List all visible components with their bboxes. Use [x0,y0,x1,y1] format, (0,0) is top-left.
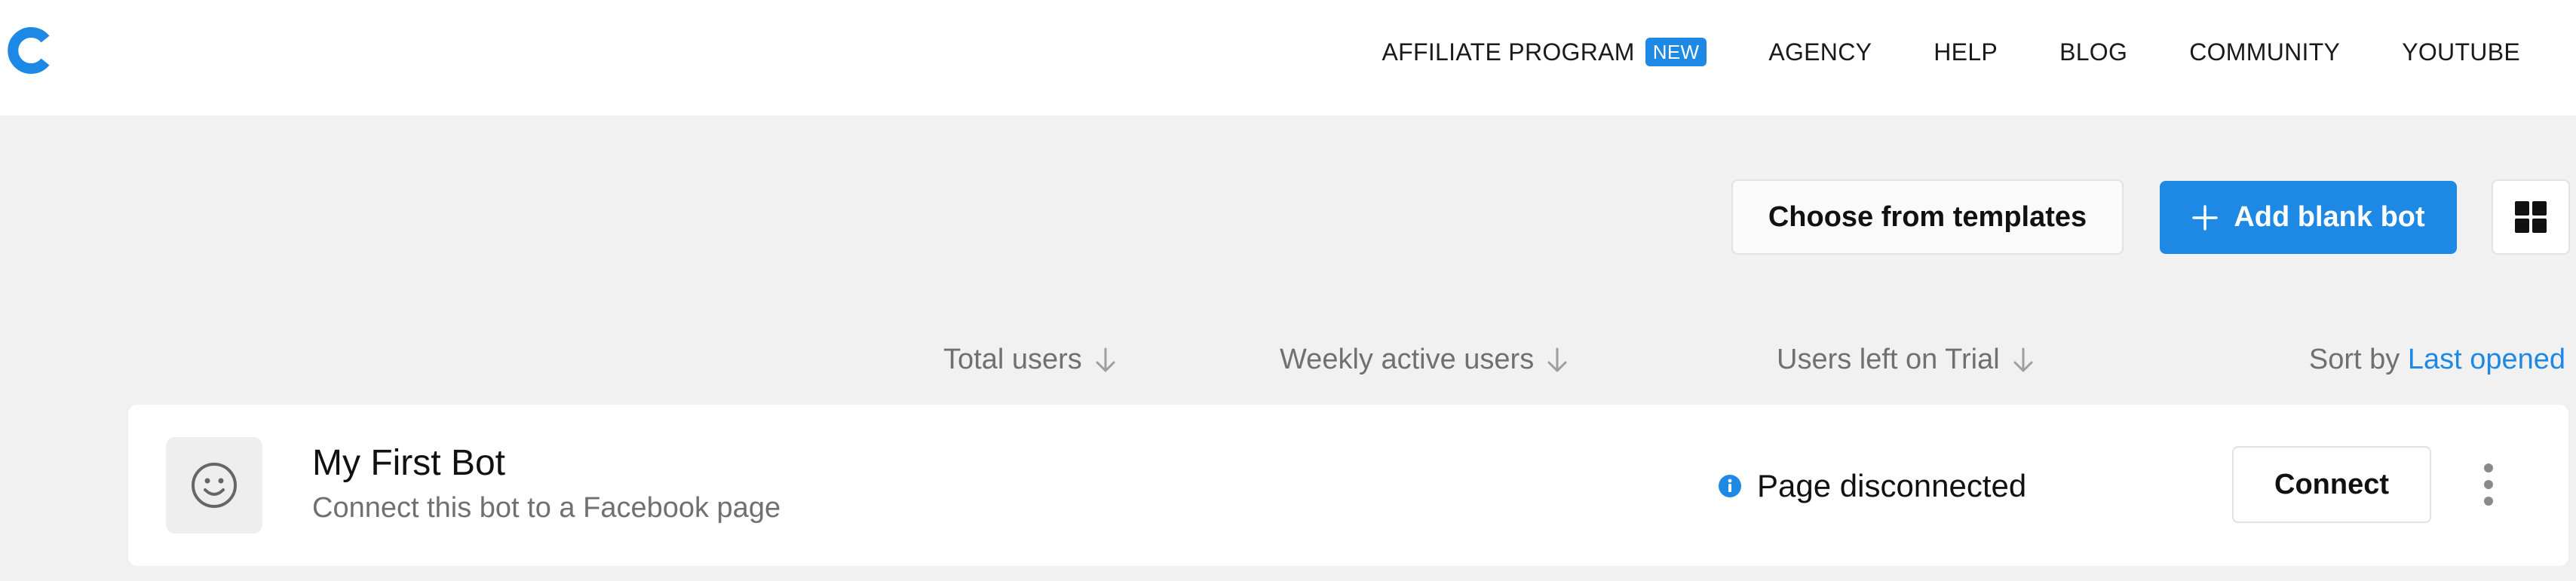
choose-from-templates-button[interactable]: Choose from templates [1731,179,2124,255]
connect-button[interactable]: Connect [2232,446,2431,523]
sort-control: Sort by Last opened [2309,344,2565,376]
column-users-left-on-trial[interactable]: Users left on Trial [1777,344,2035,376]
smiley-icon [192,463,237,508]
nav-affiliate-program[interactable]: AFFILIATE PROGRAM NEW [1382,38,1707,66]
page-status: Page disconnected [1718,468,2026,504]
more-vertical-icon [2484,463,2493,506]
nav-community[interactable]: COMMUNITY [2189,38,2340,66]
bot-subtitle: Connect this bot to a Facebook page [312,492,781,524]
column-total-users[interactable]: Total users [943,344,1117,376]
bot-card[interactable]: My First Bot Connect this bot to a Faceb… [128,405,2568,566]
column-weekly-active-users[interactable]: Weekly active users [1280,344,1569,376]
column-users-left-on-trial-label: Users left on Trial [1777,344,2000,375]
nav-agency[interactable]: AGENCY [1768,38,1872,66]
sort-prefix: Sort by [2308,344,2400,375]
add-blank-bot-button[interactable]: Add blank bot [2160,181,2457,254]
main-nav: AFFILIATE PROGRAM NEW AGENCY HELP BLOG C… [1382,33,2520,71]
grid-view-button[interactable] [2492,179,2570,255]
more-options-button[interactable] [2466,457,2511,512]
sort-value-link[interactable]: Last opened [2408,344,2565,375]
connect-label: Connect [2274,468,2389,500]
plus-icon [2192,204,2219,231]
nav-youtube[interactable]: YOUTUBE [2402,38,2520,66]
arrow-down-icon [2013,347,2033,372]
chatfuel-logo-icon[interactable] [6,26,56,75]
arrow-down-icon [1547,347,1567,372]
bot-name[interactable]: My First Bot [312,442,505,484]
top-navigation-bar: AFFILIATE PROGRAM NEW AGENCY HELP BLOG C… [0,0,2576,115]
nav-blog[interactable]: BLOG [2059,38,2127,66]
add-blank-bot-label: Add blank bot [2234,201,2425,233]
page-status-text: Page disconnected [1757,468,2027,503]
nav-help[interactable]: HELP [1934,38,1998,66]
column-total-users-label: Total users [943,344,1082,375]
nav-affiliate-program-label: AFFILIATE PROGRAM [1382,38,1635,66]
info-icon [1719,475,1741,497]
grid-view-icon [2515,201,2547,233]
choose-from-templates-label: Choose from templates [1768,200,2087,233]
new-badge: NEW [1645,38,1707,66]
arrow-down-icon [1096,347,1115,372]
bot-avatar [166,437,262,534]
column-weekly-active-users-label: Weekly active users [1280,344,1535,375]
